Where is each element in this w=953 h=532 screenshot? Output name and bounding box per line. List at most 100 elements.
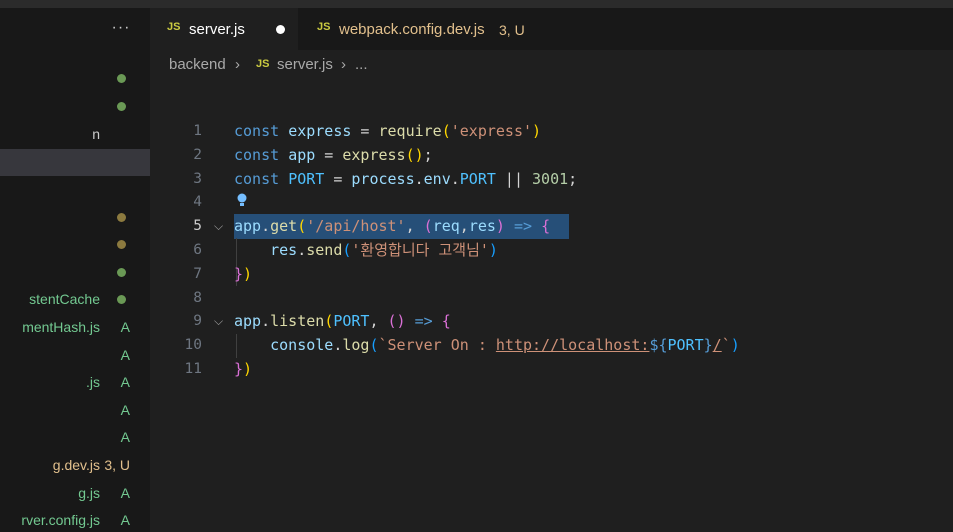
code-token: () [387, 312, 406, 331]
breadcrumb-folder[interactable]: backend [169, 56, 226, 73]
code-line[interactable]: const express = require('express') [234, 119, 541, 143]
git-status-badge: A [120, 429, 130, 445]
tree-item[interactable] [0, 231, 150, 258]
code-editor[interactable]: 1 2 3 4 5 6 7 8 9 10 11 ⌵ ⌵ const express = require(… [150, 80, 953, 532]
code-token: / [712, 336, 722, 355]
code-line[interactable]: console.log(`Server On : http://localhos… [234, 333, 740, 357]
line-number: 2 [193, 146, 202, 163]
code-token: 3001 [532, 169, 569, 188]
chevron-right-icon: › [235, 56, 240, 73]
code-line[interactable]: }) [234, 357, 252, 381]
code-token: `Server On : [378, 336, 496, 355]
code-token: PORT [459, 169, 496, 188]
tree-item-label: g.dev.js [52, 457, 100, 473]
git-status-badge: A [120, 347, 130, 363]
line-number: 5 [193, 218, 202, 235]
code-token: ; [568, 169, 578, 188]
tree-item-label: g.js [78, 485, 100, 501]
tree-item[interactable] [0, 65, 150, 92]
code-token: const [234, 122, 280, 140]
tab-status: 3, U [499, 22, 525, 38]
breadcrumb-symbol[interactable]: ... [355, 56, 368, 73]
tree-item-label: .js [86, 374, 100, 390]
code-token: ( [297, 217, 307, 236]
code-token: require [378, 122, 442, 140]
code-token: () [405, 145, 424, 164]
code-token: ( [441, 122, 451, 140]
code-token: app [288, 145, 316, 164]
tree-item[interactable]: rver.config.js A [0, 507, 150, 532]
tree-item[interactable] [0, 259, 150, 286]
line-number: 7 [193, 265, 202, 282]
code-token: = [324, 169, 352, 188]
tree-item[interactable] [0, 204, 150, 231]
code-line[interactable]: const app = express(); [234, 143, 433, 167]
unsaved-dot-icon[interactable] [276, 25, 285, 34]
code-token: env [423, 169, 451, 188]
code-line[interactable]: const PORT = process.env.PORT || 3001; [234, 167, 577, 191]
fold-chevron-icon[interactable]: ⌵ [214, 214, 223, 238]
tree-item[interactable]: g.dev.js 3, U [0, 452, 150, 479]
code-token: => [414, 312, 433, 331]
tree-item[interactable]: g.js A [0, 480, 150, 507]
tab-webpack-config-dev-js[interactable]: JS webpack.config.dev.js 3, U [299, 8, 561, 50]
git-status-dot-icon [117, 213, 126, 222]
tree-item[interactable]: A [0, 397, 150, 424]
line-number: 1 [193, 123, 202, 139]
git-status-dot-icon [117, 74, 126, 83]
line-number: 8 [193, 289, 202, 306]
code-token: { [541, 217, 551, 236]
git-status-badge: A [120, 374, 130, 390]
code-line[interactable]: }) [234, 262, 252, 286]
window-top-bar [0, 0, 953, 8]
code-token: ( [369, 336, 379, 355]
code-token: console [270, 336, 334, 355]
tree-item[interactable]: A [0, 424, 150, 451]
tree-item[interactable]: mentHash.js A [0, 314, 150, 341]
line-number: 6 [193, 242, 202, 258]
git-status-badge: A [120, 485, 130, 501]
tree-item[interactable]: n [0, 121, 150, 148]
javascript-file-icon: JS [167, 21, 181, 33]
code-token: send [306, 241, 343, 259]
git-status-dot-icon [117, 240, 126, 249]
breadcrumb-file[interactable]: server.js [277, 56, 333, 73]
code-token: ( [423, 217, 433, 236]
tree-item[interactable] [0, 149, 150, 176]
code-token: const [234, 169, 280, 188]
code-token: . [297, 241, 307, 259]
code-token: log [342, 336, 370, 355]
code-token: 'express' [450, 122, 533, 140]
tree-item[interactable] [0, 93, 150, 120]
git-status-badge: 3, U [104, 457, 130, 473]
code-token: . [414, 169, 424, 188]
code-token: const [234, 145, 280, 164]
more-actions-icon[interactable]: ··· [110, 18, 132, 38]
code-token: app [234, 312, 262, 331]
code-token: } [703, 336, 713, 355]
tab-server-js[interactable]: JS server.js [150, 8, 298, 50]
code-token: . [450, 169, 460, 188]
tree-item[interactable]: stentCache [0, 286, 150, 313]
code-token: ; [423, 145, 433, 164]
code-token: } [234, 360, 244, 378]
code-token: = [351, 122, 379, 140]
code-line[interactable]: app.get('/api/host', (req,res) => { [234, 214, 550, 238]
code-token: req [432, 217, 460, 236]
code-line[interactable]: res.send('환영합니다 고객님') [234, 238, 498, 262]
code-token: ) [495, 217, 505, 236]
lightbulb-icon[interactable] [236, 193, 248, 207]
git-status-badge: A [120, 402, 130, 418]
tree-item[interactable]: A [0, 342, 150, 369]
fold-chevron-icon[interactable]: ⌵ [214, 309, 223, 333]
code-token: = [315, 145, 343, 164]
code-line[interactable]: app.listen(PORT, () => { [234, 309, 451, 333]
tree-item[interactable]: .js A [0, 369, 150, 396]
